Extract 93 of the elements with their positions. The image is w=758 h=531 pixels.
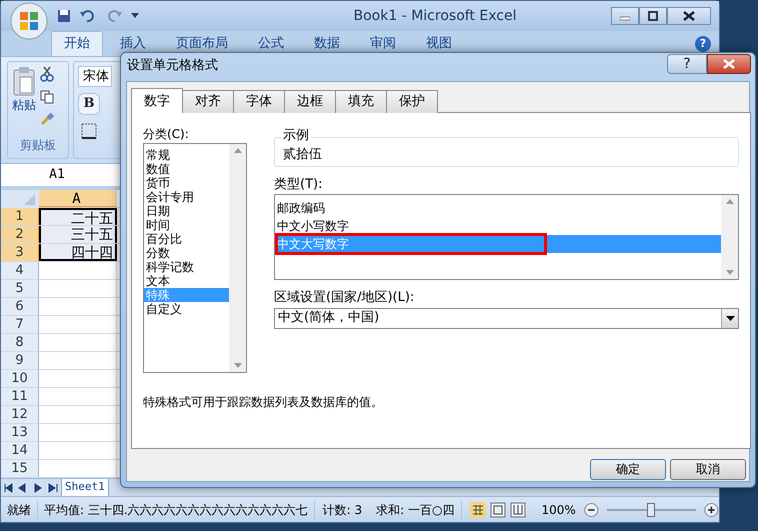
table-cell: 四十四	[39, 244, 117, 262]
status-text: 计数: 3	[322, 502, 364, 519]
dropdown-icon[interactable]	[131, 13, 139, 19]
zoom-out-icon[interactable]	[584, 500, 598, 519]
list-item[interactable]: 时间	[144, 218, 229, 232]
page-break-icon[interactable]	[510, 502, 526, 518]
ribbon-tab[interactable]: 审阅	[357, 31, 409, 56]
row-header[interactable]: 9	[1, 352, 39, 370]
list-item[interactable]: 中文小写数字	[275, 217, 721, 235]
table-cell: 三十五	[39, 226, 117, 244]
row-header[interactable]: 6	[1, 298, 39, 316]
row-header[interactable]: 10	[1, 370, 39, 388]
dialog-tab[interactable]: 字体	[233, 90, 285, 112]
list-item[interactable]: 货币	[144, 176, 229, 190]
clipboard-icon	[12, 66, 36, 96]
undo-icon[interactable]	[79, 9, 97, 23]
save-icon[interactable]	[57, 9, 71, 23]
brush-icon[interactable]	[40, 112, 54, 126]
list-item[interactable]: 日期	[144, 204, 229, 218]
group-label: 示例	[281, 128, 311, 144]
row-header[interactable]: 8	[1, 334, 39, 352]
row-header[interactable]: 12	[1, 406, 39, 424]
close-icon	[723, 59, 735, 69]
locale-select[interactable]: 中文(简体，中国)	[274, 308, 739, 328]
group-label: 剪贴板	[19, 136, 57, 154]
zoom-level: 100%	[540, 502, 577, 519]
close-button[interactable]	[666, 7, 711, 25]
list-item[interactable]: 文本	[144, 274, 229, 288]
dialog-tab[interactable]: 填充	[335, 90, 387, 112]
help-button[interactable]: ?	[667, 54, 707, 74]
name-box[interactable]: A1	[1, 165, 113, 185]
status-text: 求和: 一百○四	[370, 500, 462, 519]
field-label: 类型(T):	[274, 176, 324, 194]
window-title: Book1 - Microsoft Excel	[352, 6, 516, 26]
maximize-icon	[648, 11, 658, 21]
dialog-tab[interactable]: 边框	[284, 90, 336, 112]
list-item[interactable]: 邮政编码	[275, 199, 721, 217]
close-button[interactable]	[707, 54, 751, 74]
list-item[interactable]: 科学记数	[144, 260, 229, 274]
row-header[interactable]: 1	[1, 208, 39, 226]
status-text: 平均值: 三十四.六六六六六六六六六六六六六六七	[38, 500, 315, 519]
row-header[interactable]: 11	[1, 388, 39, 406]
dialog-button[interactable]: 确定	[590, 458, 666, 480]
dialog-tab[interactable]: 对齐	[182, 90, 234, 112]
ribbon-tab[interactable]: 视图	[413, 31, 465, 56]
list-item[interactable]: 分数	[144, 246, 229, 260]
page-layout-icon[interactable]	[490, 502, 506, 518]
minimize-button[interactable]	[610, 7, 639, 25]
field-label: 区域设置(国家/地区)(L):	[274, 289, 416, 307]
list-item[interactable]: 常规	[144, 148, 229, 162]
font-name-field[interactable]: 宋体	[78, 66, 112, 88]
row-header[interactable]: 3	[1, 244, 39, 262]
list-item[interactable]: 会计专用	[144, 190, 229, 204]
row-header[interactable]: 4	[1, 262, 39, 280]
status-text: 就绪	[1, 500, 38, 519]
field-label: 分类(C):	[143, 126, 190, 142]
row-header[interactable]: 15	[1, 460, 39, 478]
dialog-tab[interactable]: 数字	[131, 88, 183, 112]
dropdown-button[interactable]	[721, 308, 738, 328]
ribbon-tab[interactable]: 公式	[245, 31, 297, 56]
paste-button[interactable]: 粘贴	[12, 66, 36, 126]
close-icon	[682, 11, 695, 21]
row-header[interactable]: 13	[1, 424, 39, 442]
normal-view-icon[interactable]	[470, 502, 486, 518]
ribbon-tab[interactable]: 开始	[51, 31, 103, 56]
dialog-tab[interactable]: 保护	[386, 90, 438, 112]
dialog-title: 设置单元格格式	[127, 57, 218, 76]
dropdown-icon	[726, 316, 734, 320]
sample-value: 贰拾伍	[283, 146, 323, 162]
copy-icon[interactable]	[40, 90, 54, 104]
row-header[interactable]: 14	[1, 442, 39, 460]
description-text: 特殊格式可用于跟踪数据列表及数据库的值。	[143, 394, 384, 410]
ribbon-tab[interactable]: 数据	[301, 31, 353, 56]
column-header[interactable]: A	[39, 190, 117, 208]
sheet-navigation-icon[interactable]	[3, 482, 59, 493]
sheet-tab[interactable]: Sheet1	[61, 479, 109, 497]
ribbon-tab[interactable]: 插入	[107, 31, 159, 56]
dialog-button[interactable]: 取消	[670, 458, 746, 480]
row-header[interactable]: 7	[1, 316, 39, 334]
list-item[interactable]: 数值	[144, 162, 229, 176]
help-button[interactable]: ?	[695, 36, 711, 52]
zoom-in-icon[interactable]	[704, 500, 719, 519]
maximize-button[interactable]	[638, 7, 667, 25]
row-header[interactable]: 5	[1, 280, 39, 298]
row-header[interactable]: 2	[1, 226, 39, 244]
bold-button[interactable]: B	[78, 93, 100, 116]
ribbon-tab[interactable]: 页面布局	[163, 31, 241, 56]
list-item[interactable]: 百分比	[144, 232, 229, 246]
office-button[interactable]	[9, 1, 49, 41]
table-cell: 二十五	[39, 208, 117, 226]
zoom-slider-thumb[interactable]	[647, 502, 656, 517]
list-item[interactable]: 自定义	[144, 302, 229, 316]
scissors-icon[interactable]	[40, 66, 54, 82]
